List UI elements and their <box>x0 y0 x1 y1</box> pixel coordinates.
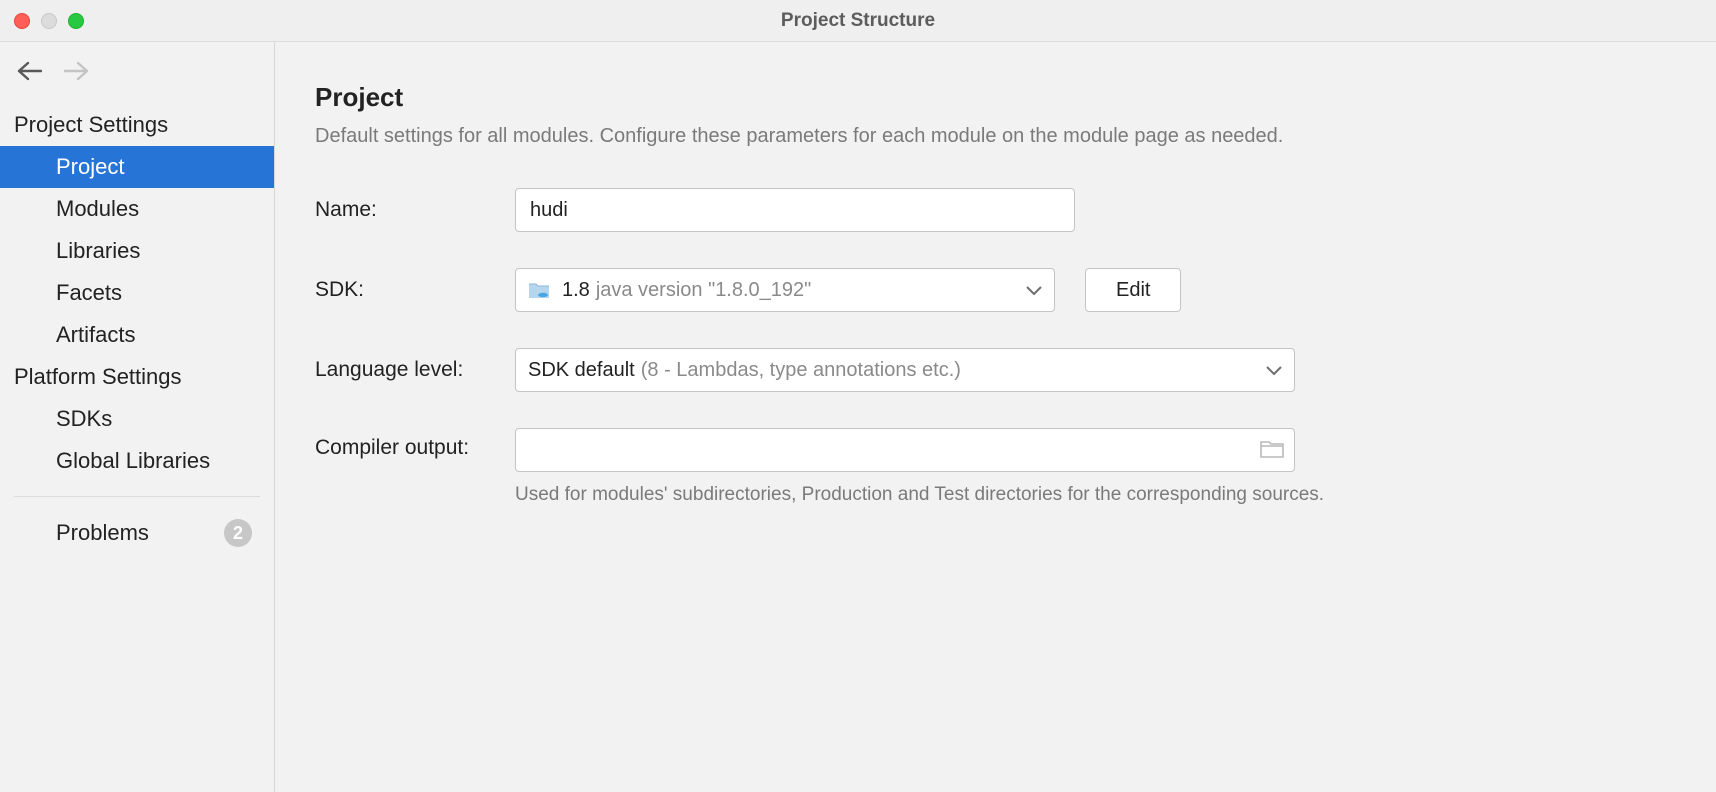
sidebar-item-artifacts[interactable]: Artifacts <box>0 314 274 356</box>
row-sdk: SDK: 1.8 java version "1.8.0_192" Edit <box>315 268 1676 312</box>
sidebar: Project Settings Project Modules Librari… <box>0 42 275 792</box>
label-language-level: Language level: <box>315 358 515 382</box>
name-input[interactable] <box>515 188 1075 232</box>
window-controls <box>14 13 84 29</box>
row-compiler-output: Compiler output: Used for modules' subdi… <box>315 428 1676 506</box>
chevron-down-icon <box>1266 359 1282 382</box>
problems-label: Problems <box>56 520 149 546</box>
sidebar-item-global-libraries[interactable]: Global Libraries <box>0 440 274 482</box>
section-platform-settings: Platform Settings <box>0 356 274 398</box>
language-level-select[interactable]: SDK default (8 - Lambdas, type annotatio… <box>515 348 1295 392</box>
main-panel: Project Default settings for all modules… <box>275 42 1716 792</box>
language-level-value: SDK default <box>528 359 635 382</box>
divider <box>14 496 260 497</box>
problems-count-badge: 2 <box>224 519 252 547</box>
section-project-settings: Project Settings <box>0 104 274 146</box>
page-title: Project <box>315 82 1676 113</box>
window-title: Project Structure <box>781 10 935 32</box>
titlebar: Project Structure <box>0 0 1716 42</box>
language-level-suffix: (8 - Lambdas, type annotations etc.) <box>641 359 961 382</box>
chevron-down-icon <box>1026 279 1042 302</box>
row-name: Name: <box>315 188 1676 232</box>
sdk-suffix: java version "1.8.0_192" <box>596 279 811 302</box>
sidebar-item-facets[interactable]: Facets <box>0 272 274 314</box>
sidebar-item-project[interactable]: Project <box>0 146 274 188</box>
jdk-folder-icon <box>528 281 550 299</box>
sdk-value: 1.8 <box>562 279 590 302</box>
label-sdk: SDK: <box>315 278 515 302</box>
row-language-level: Language level: SDK default (8 - Lambdas… <box>315 348 1676 392</box>
compiler-output-hint: Used for modules' subdirectories, Produc… <box>515 484 1324 506</box>
close-icon[interactable] <box>14 13 30 29</box>
back-icon[interactable] <box>16 60 42 88</box>
sdk-select[interactable]: 1.8 java version "1.8.0_192" <box>515 268 1055 312</box>
forward-icon <box>64 60 90 88</box>
nav-arrows <box>0 52 274 104</box>
sidebar-item-libraries[interactable]: Libraries <box>0 230 274 272</box>
compiler-output-field <box>515 428 1295 472</box>
sidebar-item-modules[interactable]: Modules <box>0 188 274 230</box>
minimize-icon[interactable] <box>41 13 57 29</box>
sidebar-item-sdks[interactable]: SDKs <box>0 398 274 440</box>
maximize-icon[interactable] <box>68 13 84 29</box>
edit-sdk-button[interactable]: Edit <box>1085 268 1181 312</box>
folder-browse-icon[interactable] <box>1260 438 1284 463</box>
sidebar-item-problems[interactable]: Problems 2 <box>0 511 274 555</box>
compiler-output-input[interactable] <box>526 429 1260 471</box>
label-compiler-output: Compiler output: <box>315 428 515 460</box>
label-name: Name: <box>315 198 515 222</box>
page-description: Default settings for all modules. Config… <box>315 125 1676 148</box>
